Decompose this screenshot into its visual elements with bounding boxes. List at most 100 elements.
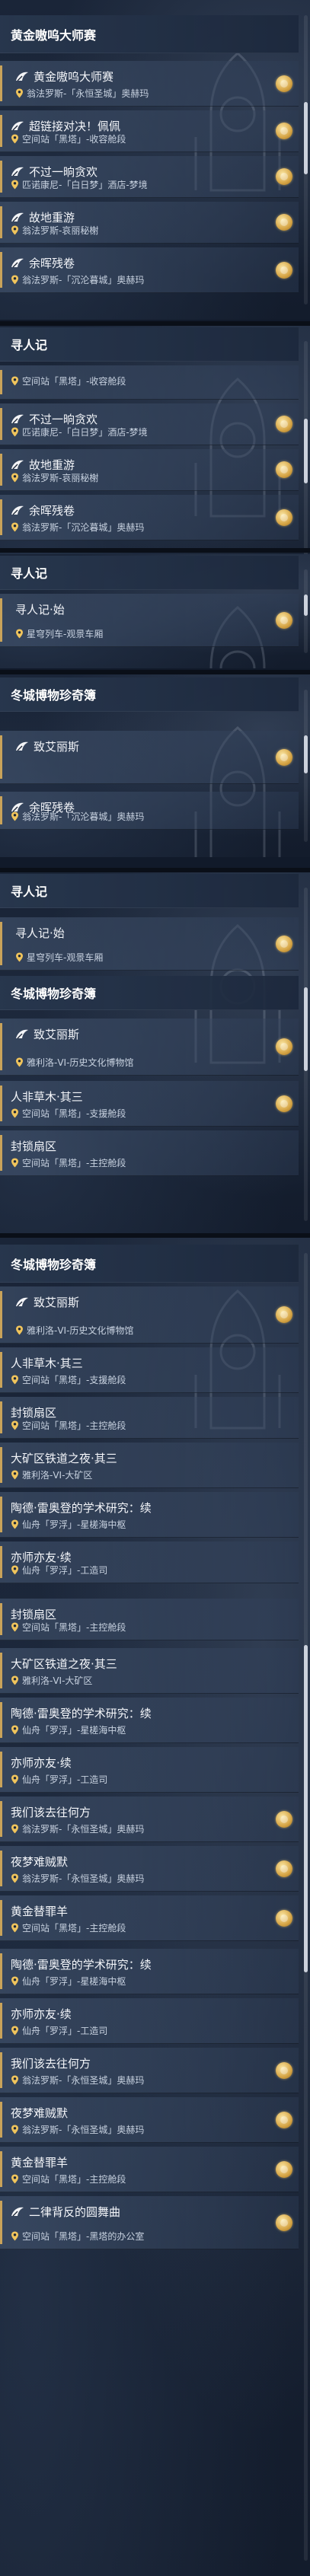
quest-list-item[interactable]: 我们该去往何方 翁法罗斯-「永恒圣城」奥赫玛 [0,2048,299,2093]
quest-location: 仙舟「罗浮」-星槎海中枢 [11,1975,126,1988]
scrollbar[interactable] [304,569,308,653]
quest-title-text: 超链接对决！佩佩 [29,120,121,133]
item-accent-bar [0,1023,2,1070]
item-accent-bar [0,1851,2,1886]
scrollbar-thumb[interactable] [304,419,308,483]
location-pin-icon [16,1325,23,1335]
quest-list-item[interactable]: 不过一晌贪欢 匹诺康尼-「白日梦」酒店-梦境 [0,403,299,445]
quest-list-item[interactable]: 寻人记·始 星穹列车-观景车厢 [0,917,299,971]
quest-list-item[interactable]: 亦师亦友·续 仙舟「罗浮」-工造司 [0,1747,299,1793]
item-accent-bar [0,408,2,440]
quest-location-text: 雅利洛-VI-历史文化博物馆 [27,1325,134,1336]
scrollbar[interactable] [304,1253,308,2561]
quest-list-item[interactable]: 故地重游 翁法罗斯-哀丽秘榭 [0,449,299,491]
quest-type-icon [11,414,24,424]
quest-list-item[interactable]: 陶德·雷奥登的学术研究：续 仙舟「罗浮」-星槎海中枢 [0,1698,299,1743]
quest-list-item[interactable]: 故地重游 翁法罗斯-哀丽秘榭 [0,202,299,244]
item-accent-bar [0,796,2,824]
category-header[interactable]: 冬城博物珍奇簿 [0,1245,299,1283]
quest-list-item[interactable]: 超链接对决！佩佩 空间站「黑塔」-收容舱段 [0,110,299,152]
quest-list-item[interactable]: 黄金替罪羊 空间站「黑塔」-主控舱段 [0,2147,299,2192]
scrollbar-thumb[interactable] [304,735,308,773]
item-accent-bar [0,2052,2,2088]
quest-location: 空间站「黑塔」-主控舱段 [11,1419,126,1432]
location-pin-icon [11,1565,18,1575]
quest-title-text: 余晖残卷 [29,257,75,270]
quest-list-item[interactable]: 余晖残卷翁法罗斯-「沉沦暮城」奥赫玛 [0,247,299,293]
scrollbar-thumb[interactable] [304,595,308,616]
panel-divider [0,548,310,553]
quest-list-item[interactable]: 封锁扇区 空间站「黑塔」-主控舱段 [0,1397,299,1439]
location-pin-icon [11,427,18,437]
quest-list-item[interactable]: 夜梦难贼默 翁法罗斯-「永恒圣城」奥赫玛 [0,2097,299,2143]
quest-list-item[interactable]: 黄金替罪羊 空间站「黑塔」-主控舱段 [0,1895,299,1941]
quest-list-item[interactable]: 陶德·雷奥登的学术研究：续 仙舟「罗浮」-星槎海中枢 [0,1949,299,1994]
quest-location: 雅利洛-VI-大矿区 [11,1674,92,1687]
item-accent-bar [0,1953,2,1989]
category-header[interactable]: 寻人记 [0,327,299,362]
quest-list-item[interactable]: 人非草木·其三 空间站「黑塔」-支援舱段 [0,1347,299,1393]
quest-list-item[interactable]: 寻人记·始 星穹列车-观景车厢 [0,594,299,647]
quest-location-text: 翁法罗斯-「永恒圣城」奥赫玛 [22,1824,145,1835]
scrollbar-thumb[interactable] [304,1645,308,1972]
scrollbar[interactable] [304,888,308,1221]
quest-list-item[interactable]: 余晖残卷 翁法罗斯-「沉沦暮城」奥赫玛 [0,792,299,830]
quest-location-text: 翁法罗斯-「沉沦暮城」奥赫玛 [22,275,145,285]
quest-list-item[interactable]: 致艾丽斯 雅利洛-VI-历史文化博物馆 [0,1019,299,1076]
quest-location-text: 仙舟「罗浮」-星槎海中枢 [22,1519,126,1530]
reward-badge-icon [276,2111,292,2128]
quest-list-item[interactable]: 致艾丽斯 [0,731,299,784]
category-header[interactable]: 黄金嗷呜大师赛 [0,15,299,53]
quest-list-item[interactable]: 黄金嗷呜大师赛 翁法罗斯-「永恒圣城」奥赫玛 [0,61,299,107]
quest-list-item[interactable]: 我们该去往何方 翁法罗斯-「永恒圣城」奥赫玛 [0,1797,299,1842]
quest-title-text: 人非草木·其三 [11,1090,83,1104]
quest-list-item[interactable]: 陶德·雷奥登的学术研究：续 仙舟「罗浮」-星槎海中枢 [0,1492,299,1538]
quest-title-text: 黄金替罪羊 [11,1905,69,1918]
quest-list-item[interactable]: 二律背反的圆舞曲 空间站「黑塔」-黑塔的办公室 [0,2196,299,2249]
quest-title-text: 余晖残卷 [29,504,75,518]
quest-title: 余晖残卷 [11,502,75,518]
quest-list-item[interactable]: 人非草木·其三空间站「黑塔」-支援舱段 [0,1081,299,1127]
location-pin-icon [11,1519,18,1529]
scrollbar[interactable] [304,15,308,304]
quest-list-item[interactable]: 大矿区铁道之夜·其三 雅利洛-VI-大矿区 [0,1443,299,1488]
quest-list-item[interactable]: 大矿区铁道之夜·其三 雅利洛-VI-大矿区 [0,1648,299,1694]
quest-title: 致艾丽斯 [15,738,79,754]
quest-location-text: 翁法罗斯-「永恒圣城」奥赫玛 [22,2075,145,2086]
quest-list-item[interactable]: 夜梦难贼默 翁法罗斯-「永恒圣城」奥赫玛 [0,1846,299,1892]
quest-location-text: 匹诺康尼-「白日梦」酒店-梦境 [22,180,148,190]
scrollbar-thumb[interactable] [304,987,308,1071]
quest-location-text: 空间站「黑塔」-主控舱段 [22,1158,126,1168]
quest-list-item[interactable]: 亦师亦友·续 仙舟「罗浮」-工造司 [0,1541,299,1583]
location-pin-icon [11,1470,18,1480]
quest-type-icon [11,258,24,268]
location-pin-icon [16,952,23,962]
reward-badge-icon [276,1306,292,1323]
scrollbar-thumb[interactable] [304,102,308,174]
category-header[interactable]: 寻人记 [0,874,299,908]
quest-location-text: 翁法罗斯-「沉沦暮城」奥赫玛 [22,522,145,533]
category-header[interactable]: 寻人记 [0,556,299,590]
quest-list-item[interactable]: 封锁扇区 空间站「黑塔」-主控舱段 [0,1599,299,1640]
quest-location: 翁法罗斯-「永恒圣城」奥赫玛 [11,2074,144,2087]
category-header[interactable]: 冬城博物珍奇簿 [0,976,299,1010]
location-pin-icon [11,275,18,285]
quest-title: 人非草木·其三 [11,1355,83,1371]
quest-list-item[interactable]: 空间站「黑塔」-收容舱段 [0,365,299,400]
scrollbar[interactable] [304,690,308,842]
quest-location: 空间站「黑塔」-支援舱段 [11,1107,126,1120]
reward-badge-icon [276,935,292,952]
quest-title: 大矿区铁道之夜·其三 [11,1656,117,1672]
quest-title: 二律背反的圆舞曲 [11,2204,120,2220]
reward-badge-icon [276,214,292,231]
quest-type-icon [11,167,24,177]
quest-title-text: 黄金替罪羊 [11,2156,69,2170]
quest-list-item[interactable]: 封锁扇区空间站「黑塔」-主控舱段 [0,1130,299,1176]
quest-list-item[interactable]: 余晖残卷翁法罗斯-「沉沦暮城」奥赫玛 [0,495,299,540]
quest-location: 仙舟「罗浮」-工造司 [11,1773,107,1786]
category-header[interactable]: 冬城博物珍奇簿 [0,677,299,712]
quest-title: 封锁扇区 [11,1138,56,1154]
quest-list-item[interactable]: 亦师亦友·续 仙舟「罗浮」-工造司 [0,1998,299,2044]
quest-list-item[interactable]: 不过一晌贪欢 匹诺康尼-「白日梦」酒店-梦境 [0,156,299,198]
quest-list-item[interactable]: 致艾丽斯 雅利洛-VI-历史文化博物馆 [0,1286,299,1344]
